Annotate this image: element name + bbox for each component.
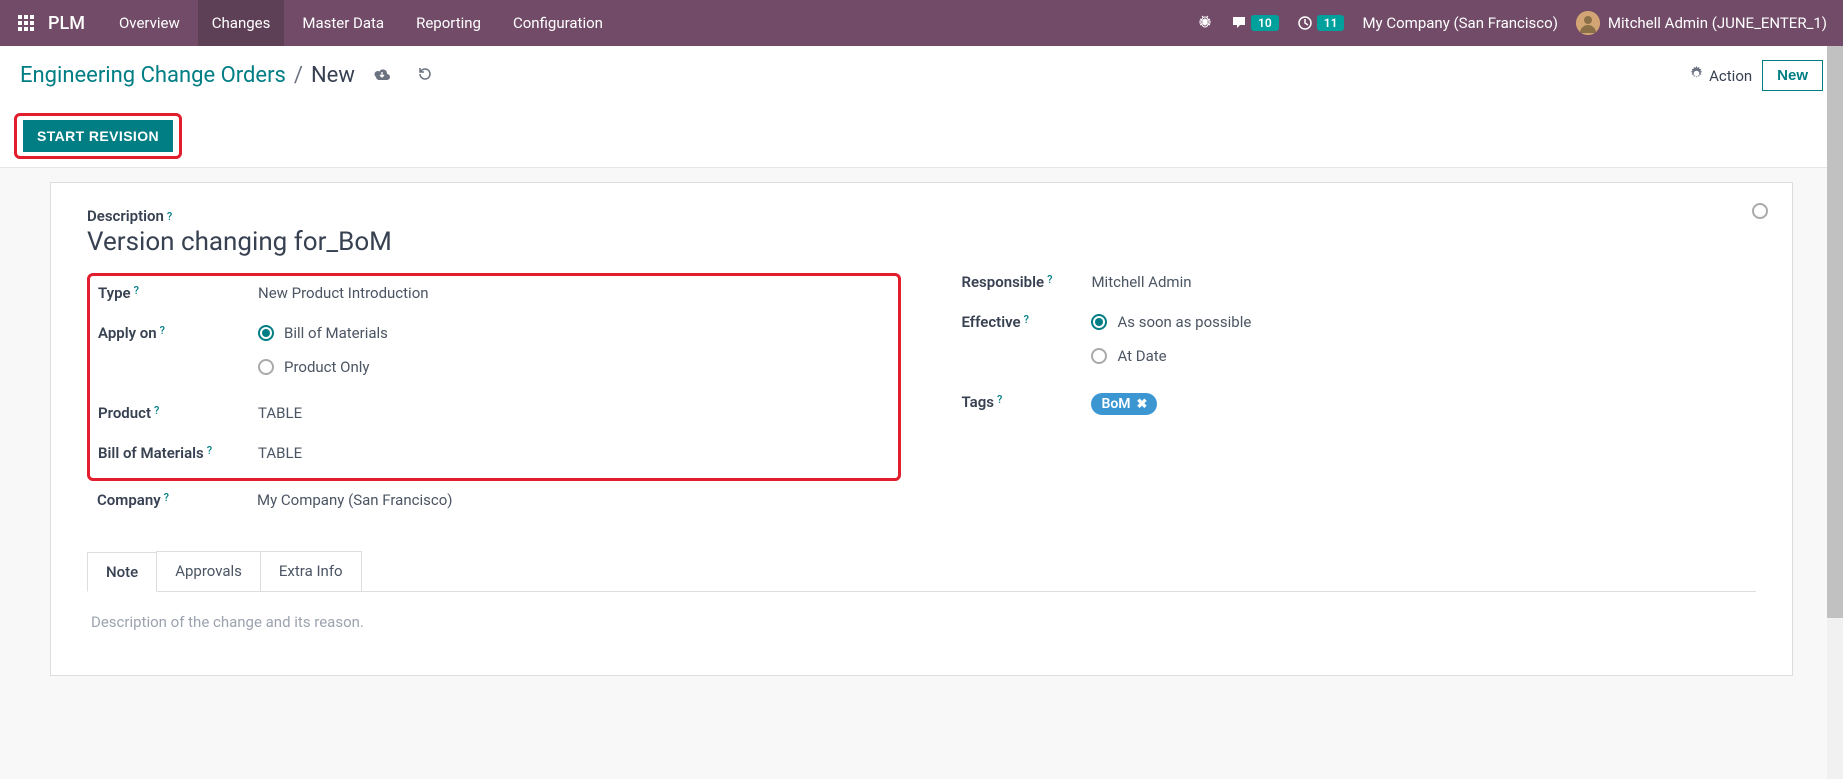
radio-icon <box>1091 348 1107 364</box>
user-menu[interactable]: Mitchell Admin (JUNE_ENTER_1) <box>1576 11 1827 35</box>
field-tags: Tags? BoM ✖ <box>961 393 1756 415</box>
company-value[interactable]: My Company (San Francisco) <box>257 491 452 509</box>
nav-item-overview[interactable]: Overview <box>105 0 194 46</box>
highlight-box-1: START REVISION <box>14 113 182 159</box>
help-icon[interactable]: ? <box>164 491 169 504</box>
field-type: Type? New Product Introduction <box>98 284 888 302</box>
apps-icon[interactable] <box>16 13 36 33</box>
bug-icon[interactable] <box>1197 15 1213 31</box>
effective-radio-group: As soon as possible At Date <box>1091 313 1251 365</box>
type-value[interactable]: New Product Introduction <box>258 284 429 302</box>
field-apply-on: Apply on? Bill of Materials Product Only <box>98 324 888 376</box>
radio-icon <box>258 325 274 341</box>
activities-badge: 11 <box>1317 15 1345 31</box>
radio-icon <box>258 359 274 375</box>
gear-icon <box>1689 66 1704 85</box>
new-button[interactable]: New <box>1762 60 1823 91</box>
app-name[interactable]: PLM <box>48 13 85 34</box>
tags-label: Tags? <box>961 393 1091 411</box>
avatar <box>1576 11 1600 35</box>
highlight-box-2: Type? New Product Introduction Apply on?… <box>87 273 901 481</box>
radio-asap[interactable]: As soon as possible <box>1091 313 1251 331</box>
description-value[interactable]: Version changing for_BoM <box>87 227 1756 257</box>
help-icon[interactable]: ? <box>1047 273 1052 286</box>
nav-item-reporting[interactable]: Reporting <box>402 0 495 46</box>
help-icon[interactable]: ? <box>1024 313 1029 326</box>
scrollbar[interactable] <box>1827 46 1843 779</box>
product-value[interactable]: TABLE <box>258 404 302 422</box>
discard-icon[interactable] <box>417 66 433 86</box>
tab-approvals[interactable]: Approvals <box>156 551 261 591</box>
messages-badge: 10 <box>1251 15 1279 31</box>
nav-item-configuration[interactable]: Configuration <box>499 0 617 46</box>
description-label: Description? <box>87 207 1756 225</box>
effective-label: Effective? <box>961 313 1091 331</box>
form-card: Description? Version changing for_BoM Ty… <box>50 182 1793 676</box>
apply-on-label: Apply on? <box>98 324 258 342</box>
field-product: Product? TABLE <box>98 404 888 422</box>
start-revision-button[interactable]: START REVISION <box>23 120 173 152</box>
breadcrumb-actions: Action New <box>1689 60 1823 91</box>
bom-value[interactable]: TABLE <box>258 444 302 462</box>
cloud-save-icon[interactable] <box>373 66 391 85</box>
nav-item-changes[interactable]: Changes <box>198 0 285 46</box>
content-wrap: Description? Version changing for_BoM Ty… <box>0 168 1843 676</box>
nav-right: 10 11 My Company (San Francisco) Mitchel… <box>1197 11 1827 35</box>
tab-note[interactable]: Note <box>87 552 157 592</box>
priority-toggle[interactable] <box>1752 203 1768 219</box>
field-company: Company? My Company (San Francisco) <box>87 491 901 509</box>
radio-product-only[interactable]: Product Only <box>258 358 388 376</box>
top-navbar: PLM Overview Changes Master Data Reporti… <box>0 0 1843 46</box>
help-icon[interactable]: ? <box>207 444 212 457</box>
tags-value[interactable]: BoM ✖ <box>1091 393 1157 415</box>
tabs: Note Approvals Extra Info <box>87 551 1756 592</box>
help-icon[interactable]: ? <box>154 404 159 417</box>
help-icon[interactable]: ? <box>167 210 172 223</box>
radio-bill-of-materials[interactable]: Bill of Materials <box>258 324 388 342</box>
breadcrumb-bar: Engineering Change Orders / New Action N… <box>0 46 1843 105</box>
form-columns: Type? New Product Introduction Apply on?… <box>87 273 1756 531</box>
apply-on-radio-group: Bill of Materials Product Only <box>258 324 388 376</box>
field-effective: Effective? As soon as possible At Date <box>961 313 1756 365</box>
user-name: Mitchell Admin (JUNE_ENTER_1) <box>1608 14 1827 32</box>
tab-content-note[interactable]: Description of the change and its reason… <box>87 592 1756 651</box>
bom-label: Bill of Materials? <box>98 444 258 462</box>
radio-at-date[interactable]: At Date <box>1091 347 1251 365</box>
breadcrumb: Engineering Change Orders / New <box>20 63 433 88</box>
company-name[interactable]: My Company (San Francisco) <box>1362 14 1557 32</box>
breadcrumb-current: New <box>311 63 355 88</box>
tag-chip: BoM ✖ <box>1091 393 1157 415</box>
tab-extra-info[interactable]: Extra Info <box>260 551 362 591</box>
radio-icon <box>1091 314 1107 330</box>
status-bar: START REVISION <box>0 105 1843 168</box>
nav-left: PLM Overview Changes Master Data Reporti… <box>16 0 617 46</box>
action-menu[interactable]: Action <box>1689 66 1752 85</box>
help-icon[interactable]: ? <box>997 393 1002 406</box>
responsible-label: Responsible? <box>961 273 1091 291</box>
messages-icon[interactable]: 10 <box>1231 15 1279 31</box>
responsible-value[interactable]: Mitchell Admin <box>1091 273 1191 291</box>
company-label: Company? <box>97 491 257 509</box>
nav-item-master-data[interactable]: Master Data <box>288 0 398 46</box>
activities-icon[interactable]: 11 <box>1297 15 1345 31</box>
note-placeholder: Description of the change and its reason… <box>91 613 364 631</box>
col-right: Responsible? Mitchell Admin Effective? A… <box>941 273 1756 531</box>
tag-remove-icon[interactable]: ✖ <box>1137 397 1148 412</box>
help-icon[interactable]: ? <box>134 284 139 297</box>
scrollbar-thumb[interactable] <box>1827 46 1843 618</box>
field-bom: Bill of Materials? TABLE <box>98 444 888 462</box>
type-label: Type? <box>98 284 258 302</box>
product-label: Product? <box>98 404 258 422</box>
breadcrumb-root[interactable]: Engineering Change Orders <box>20 63 286 88</box>
col-left: Type? New Product Introduction Apply on?… <box>87 273 901 531</box>
breadcrumb-sep: / <box>294 63 303 88</box>
help-icon[interactable]: ? <box>160 324 165 337</box>
field-responsible: Responsible? Mitchell Admin <box>961 273 1756 291</box>
